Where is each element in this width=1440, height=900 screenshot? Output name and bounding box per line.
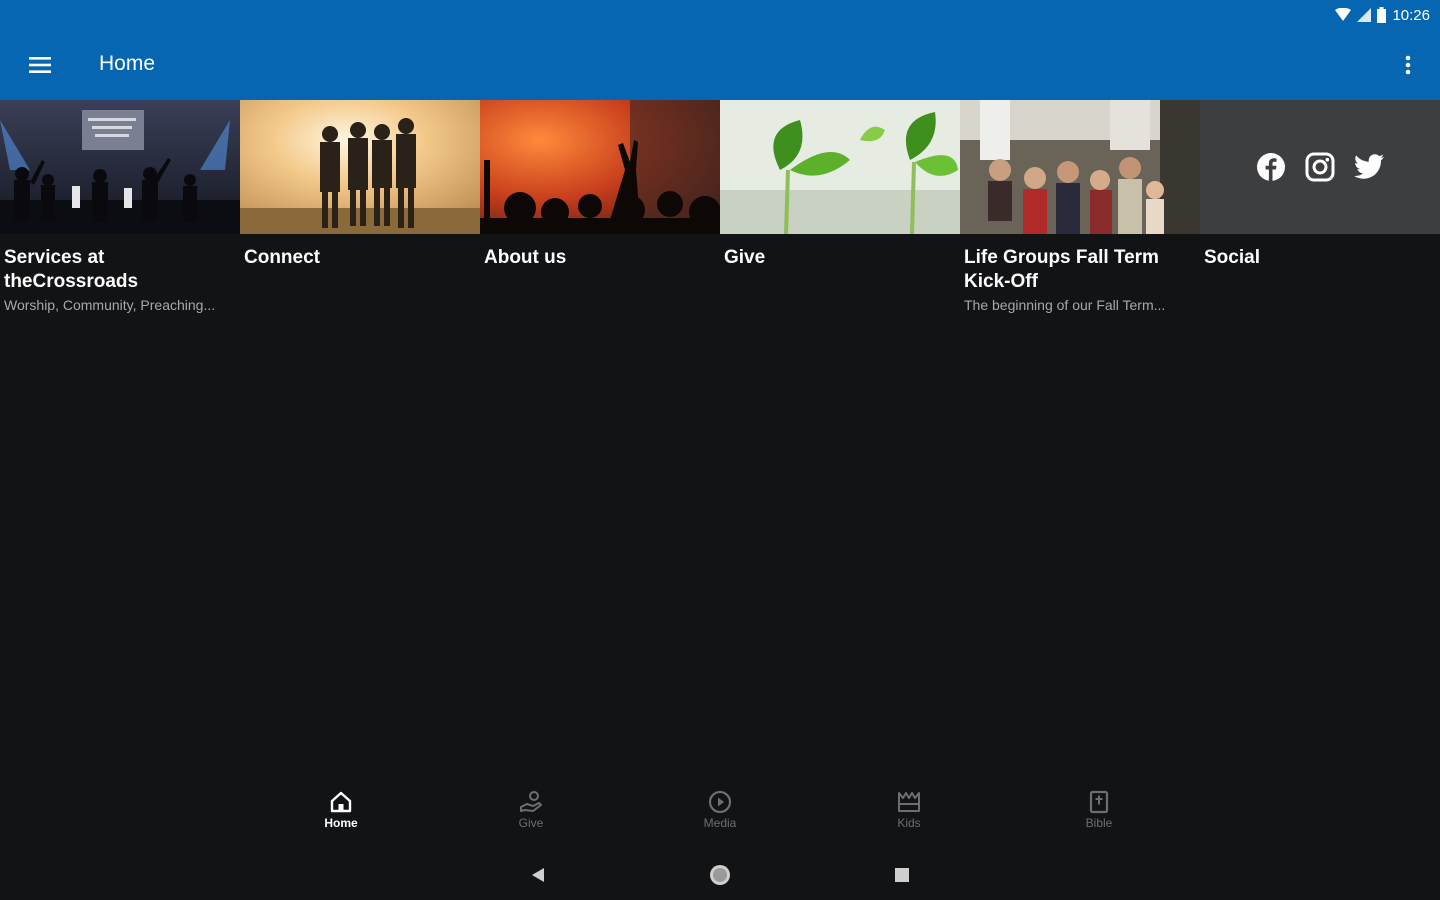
menu-button[interactable]: [22, 47, 58, 83]
kids-icon: [898, 792, 920, 812]
status-time: 10:26: [1392, 6, 1430, 24]
app-bar: Home: [0, 30, 1440, 100]
status-icons: 10:26: [1335, 5, 1430, 25]
about-us-image: [480, 100, 720, 234]
services-image: [0, 100, 240, 234]
tile-title: Connect: [244, 247, 320, 268]
nav-give[interactable]: Give: [491, 790, 571, 840]
signal-icon: [1357, 8, 1372, 22]
system-navigation-bar: [0, 850, 1440, 900]
give-icon: [520, 791, 542, 812]
back-button[interactable]: [525, 862, 551, 888]
connect-image: [240, 100, 480, 234]
tile-title: Give: [724, 247, 766, 268]
tile-title: About us: [484, 247, 567, 268]
tile-title: Services at theCrossroads: [4, 247, 139, 292]
home-system-button[interactable]: [707, 862, 733, 888]
tile-social[interactable]: Social: [1200, 100, 1440, 330]
nav-bible[interactable]: Bible: [1059, 790, 1139, 840]
nav-kids[interactable]: Kids: [869, 790, 949, 840]
home-icon: [330, 791, 352, 813]
nav-home[interactable]: Home: [301, 790, 381, 840]
tile-services[interactable]: Services at theCrossroads Worship, Commu…: [0, 100, 240, 330]
twitter-icon[interactable]: [1354, 152, 1385, 183]
play-circle-icon: [708, 790, 732, 814]
tile-life-groups[interactable]: Life Groups Fall Term Kick-Off The begin…: [960, 100, 1200, 330]
tile-about-us[interactable]: About us: [480, 100, 720, 330]
give-image: [720, 100, 960, 234]
home-circle-icon: [710, 865, 730, 885]
facebook-icon[interactable]: [1256, 152, 1287, 183]
tile-connect[interactable]: Connect: [240, 100, 480, 330]
nav-label: Give: [518, 816, 544, 830]
overflow-menu-button[interactable]: [1394, 47, 1422, 83]
battery-icon: [1377, 7, 1387, 23]
tile-title: Social: [1204, 247, 1260, 268]
social-links: [1200, 100, 1440, 234]
tile-subtitle: Worship, Community, Preaching...: [4, 297, 216, 313]
back-triangle-icon: [532, 868, 544, 882]
tile-subtitle: The beginning of our Fall Term...: [964, 297, 1166, 313]
nav-label: Media: [703, 816, 737, 830]
nav-label: Bible: [1085, 816, 1113, 830]
instagram-icon[interactable]: [1305, 152, 1336, 183]
hamburger-icon: [29, 57, 51, 73]
status-bar: 10:26: [0, 0, 1440, 30]
bottom-navigation: Home Give Media Kids Bible: [0, 780, 1440, 840]
wifi-icon: [1335, 8, 1352, 22]
nav-media[interactable]: Media: [680, 790, 760, 840]
tile-title: Life Groups Fall Term Kick-Off: [964, 247, 1159, 292]
page-title: Home: [99, 52, 156, 75]
tile-give[interactable]: Give: [720, 100, 960, 330]
life-groups-image: [960, 100, 1200, 234]
more-vert-icon: [1405, 55, 1411, 75]
content-tiles: Services at theCrossroads Worship, Commu…: [0, 100, 1440, 340]
recents-button[interactable]: [889, 862, 915, 888]
nav-label: Kids: [897, 816, 921, 830]
bible-icon: [1089, 790, 1109, 814]
recents-square-icon: [895, 868, 909, 882]
nav-label: Home: [324, 816, 358, 830]
